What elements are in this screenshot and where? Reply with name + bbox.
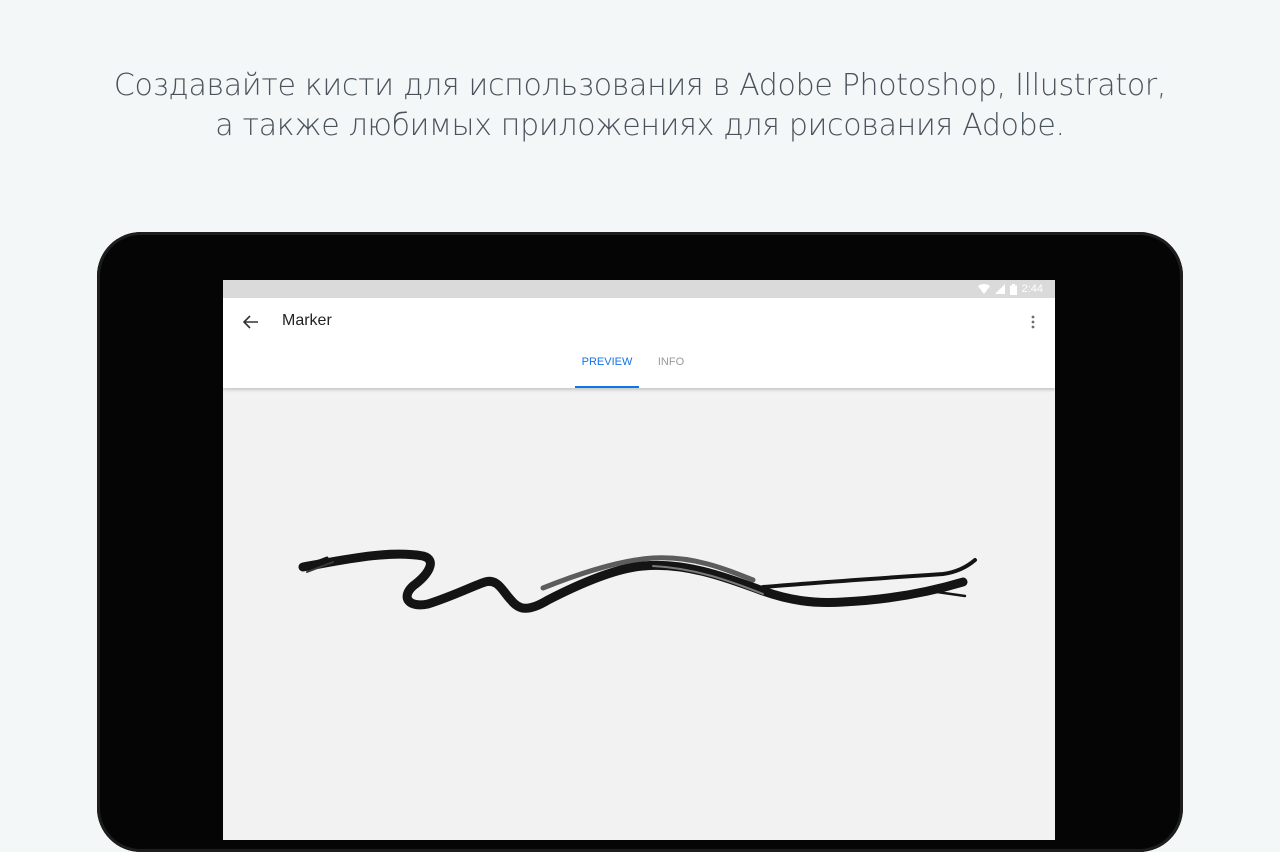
brush-title: Marker — [282, 312, 332, 329]
cell-signal-icon — [994, 284, 1005, 294]
back-button[interactable] — [233, 304, 269, 340]
tab-preview-label: PREVIEW — [581, 356, 633, 368]
app-bar: Marker PREVIEW INFO — [223, 298, 1055, 388]
promo-headline-line-2: а также любимых приложениях для рисовани… — [215, 108, 1065, 143]
more-vert-icon — [1031, 315, 1035, 329]
status-icons: 2:44 — [977, 282, 1043, 296]
tab-info[interactable]: INFO — [649, 356, 693, 388]
arrow-left-icon — [243, 315, 258, 329]
brush-preview-canvas[interactable] — [223, 390, 1055, 840]
wifi-icon — [977, 284, 990, 294]
brush-stroke-preview — [298, 549, 977, 613]
device-screen: 2:44 Marker PREVIEW INFO — [223, 280, 1055, 840]
status-bar: 2:44 — [223, 280, 1055, 298]
tablet-frame: 2:44 Marker PREVIEW INFO — [97, 232, 1183, 852]
active-tab-indicator — [575, 386, 639, 388]
promo-headline-line-1: Создавайте кисти для использования в Ado… — [113, 68, 1167, 103]
status-time: 2:44 — [1021, 283, 1043, 295]
tab-preview[interactable]: PREVIEW — [575, 356, 639, 388]
battery-icon — [1009, 283, 1017, 295]
tab-info-label: INFO — [657, 356, 685, 368]
promo-headline: Создавайте кисти для использования в Ado… — [0, 66, 1280, 146]
overflow-menu-button[interactable] — [1021, 304, 1045, 340]
